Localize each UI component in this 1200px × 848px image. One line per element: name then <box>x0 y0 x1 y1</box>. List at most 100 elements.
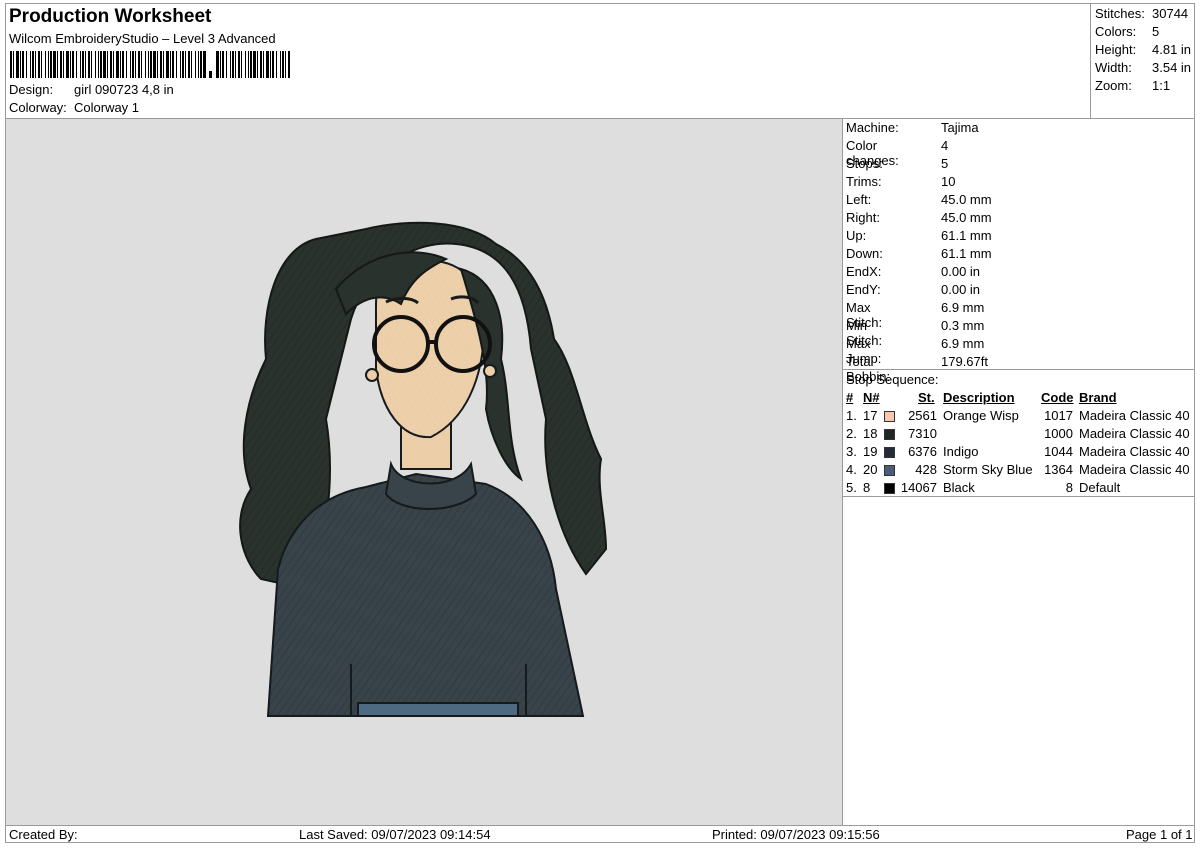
col-header-index: # <box>846 390 854 405</box>
info-value: 4 <box>941 138 949 153</box>
barcode-bar <box>88 51 90 78</box>
barcode-bar <box>185 51 186 78</box>
barcode-bar <box>288 51 290 78</box>
design-preview <box>6 119 842 825</box>
barcode-bar <box>45 51 46 78</box>
barcode-bar <box>53 51 56 78</box>
barcode-bar <box>141 51 142 78</box>
colorway-value: Colorway 1 <box>74 100 140 115</box>
info-value: 0.00 in <box>941 282 981 297</box>
barcode-bar <box>191 51 192 78</box>
barcode-bar <box>126 51 127 78</box>
barcode-bar <box>280 51 281 78</box>
row-needle: 19 <box>863 444 878 459</box>
barcode-bar <box>120 51 121 78</box>
embroidery-design-image <box>239 221 608 717</box>
barcode-bar <box>226 51 227 78</box>
barcode-bar <box>138 51 140 78</box>
footer-divider <box>5 825 1195 826</box>
barcode-icon <box>10 51 290 78</box>
col-header-code: Code <box>1041 390 1074 405</box>
barcode-bar <box>250 51 252 78</box>
barcode-bar <box>166 51 169 78</box>
software-name: Wilcom EmbroideryStudio – Level 3 Advanc… <box>9 31 276 46</box>
barcode-bar <box>82 51 84 78</box>
info-value: 179.67ft <box>941 354 988 369</box>
row-stitches: 428 <box>915 462 937 477</box>
row-brand: Madeira Classic 40 <box>1079 462 1190 477</box>
barcode-bar <box>230 51 231 78</box>
barcode-bar <box>60 51 62 78</box>
barcode-bar <box>160 51 162 78</box>
info-label: EndY: <box>846 282 881 297</box>
barcode-bar <box>91 51 92 78</box>
col-header-stitches: St. <box>918 390 935 405</box>
row-stitches: 6376 <box>908 444 937 459</box>
barcode-bar <box>182 51 184 78</box>
row-brand: Madeira Classic 40 <box>1079 408 1190 423</box>
row-code: 8 <box>1065 480 1073 495</box>
row-stitches: 14067 <box>900 480 937 495</box>
info-value: 10 <box>941 174 956 189</box>
barcode-bar <box>285 51 286 78</box>
barcode-bar <box>35 51 36 78</box>
row-brand: Madeira Classic 40 <box>1079 444 1190 459</box>
barcode-bar <box>198 51 199 78</box>
barcode-bar <box>276 51 277 78</box>
barcode-bar <box>85 51 86 78</box>
barcode-bar <box>100 51 102 78</box>
row-stitches: 7310 <box>908 426 937 441</box>
row-index: 3. <box>846 444 857 459</box>
barcode-bar <box>110 51 112 78</box>
barcode-bar <box>257 51 258 78</box>
info-value: 6.9 mm <box>941 336 985 351</box>
info-label: Down: <box>846 246 883 261</box>
barcode-bar <box>203 51 206 78</box>
barcode-bar <box>220 51 221 78</box>
barcode-bar <box>116 51 119 78</box>
barcode-bar <box>260 51 262 78</box>
row-needle: 18 <box>863 426 878 441</box>
barcode-bar <box>130 51 131 78</box>
info-value: 5 <box>941 156 949 171</box>
info-label: Trims: <box>846 174 882 189</box>
panel-divider <box>842 118 843 826</box>
row-code: 1044 <box>1044 444 1073 459</box>
info-value: 61.1 mm <box>941 246 992 261</box>
barcode-bar <box>26 51 27 78</box>
info-value: 45.0 mm <box>941 192 992 207</box>
row-brand: Madeira Classic 40 <box>1079 426 1190 441</box>
info-label: Stops: <box>846 156 883 171</box>
row-code: 1017 <box>1044 408 1073 423</box>
row-code: 1000 <box>1044 426 1073 441</box>
footer-printed: Printed: 09/07/2023 09:15:56 <box>712 827 880 842</box>
row-description: Storm Sky Blue <box>943 462 1033 477</box>
barcode-bar <box>20 51 21 78</box>
page-title: Production Worksheet <box>9 6 212 27</box>
barcode-bar <box>76 51 77 78</box>
row-index: 4. <box>846 462 857 477</box>
barcode-bar <box>195 51 196 78</box>
barcode-bar <box>172 51 174 78</box>
barcode-bar <box>113 51 114 78</box>
barcode-bar <box>13 51 14 78</box>
barcode-bar <box>282 51 284 78</box>
barcode-bar <box>50 51 52 78</box>
colorway-label: Colorway: <box>9 100 67 115</box>
barcode-bar <box>200 51 202 78</box>
barcode-bar <box>80 51 81 78</box>
barcode-bar <box>216 51 219 78</box>
row-code: 1364 <box>1044 462 1073 477</box>
barcode-bar <box>245 51 246 78</box>
row-brand: Default <box>1079 480 1121 495</box>
row-needle: 17 <box>863 408 878 423</box>
barcode-bar <box>70 51 71 78</box>
barcode-bar <box>103 51 106 78</box>
barcode-bar <box>248 51 249 78</box>
stats-divider <box>1090 3 1091 118</box>
barcode-bar <box>150 51 152 78</box>
row-description: Indigo <box>943 444 979 459</box>
design-label: Design: <box>9 82 54 97</box>
barcode-bar <box>122 51 124 78</box>
info-value: 0.00 in <box>941 264 981 279</box>
